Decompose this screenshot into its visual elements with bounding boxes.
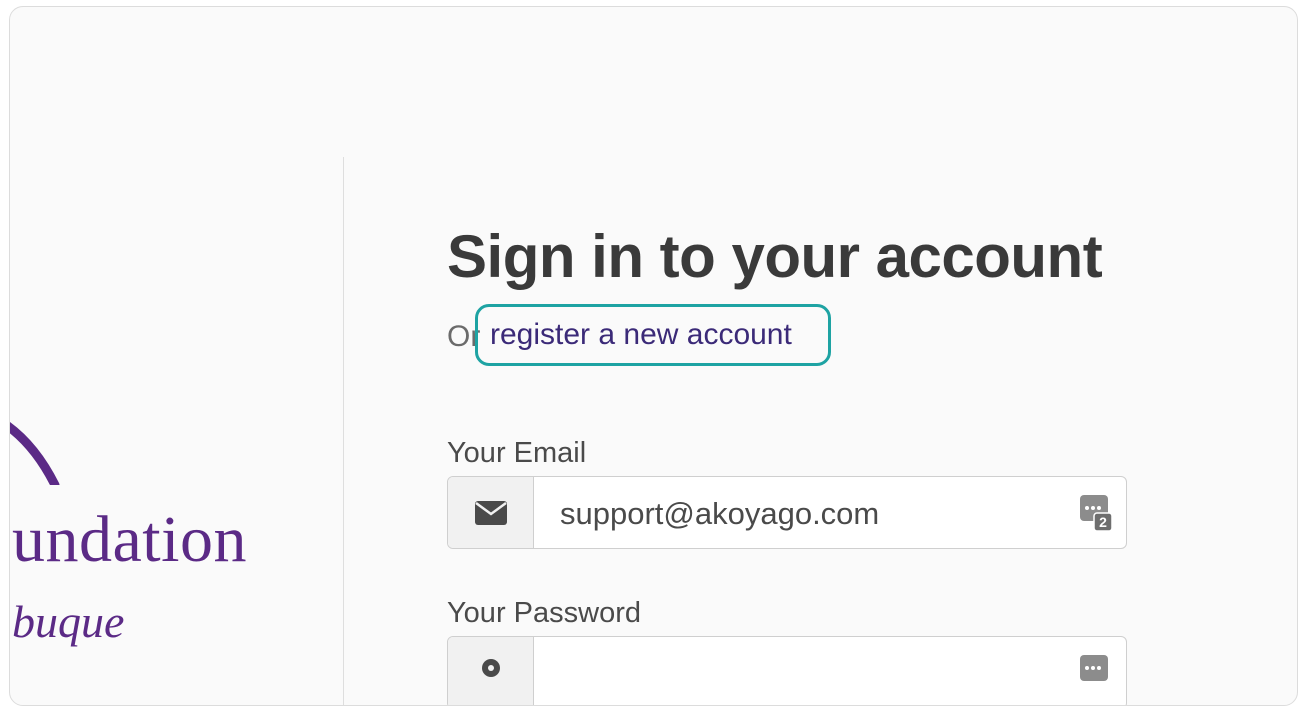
email-addon [448,477,534,548]
email-input-group: 2 [447,476,1127,549]
logo-text-line1: undation [12,503,247,576]
password-field[interactable] [534,637,1066,705]
brand-panel: undation buque [10,7,343,705]
sign-in-form: Sign in to your account Or register a ne… [447,7,1147,705]
password-label: Your Password [447,597,641,629]
page-title: Sign in to your account [447,223,1103,290]
email-field[interactable] [534,477,1066,548]
logo-arc-icon [10,422,60,485]
password-addon [448,637,534,705]
logo-text-line2: buque [12,596,125,647]
page-frame: undation buque Sign in to your account O… [9,6,1298,706]
password-manager-button-2[interactable] [1066,637,1126,705]
password-input-group [447,636,1127,705]
password-manager-button[interactable]: 2 [1066,477,1126,548]
panel-divider [343,157,344,705]
envelope-icon [474,500,507,525]
key-icon [481,658,500,677]
password-manager-badge: 2 [1099,514,1107,530]
register-link[interactable]: register a new account [475,304,831,366]
password-manager-icon [1080,654,1108,681]
email-label: Your Email [447,437,587,469]
password-manager-icon: 2 [1080,494,1113,532]
